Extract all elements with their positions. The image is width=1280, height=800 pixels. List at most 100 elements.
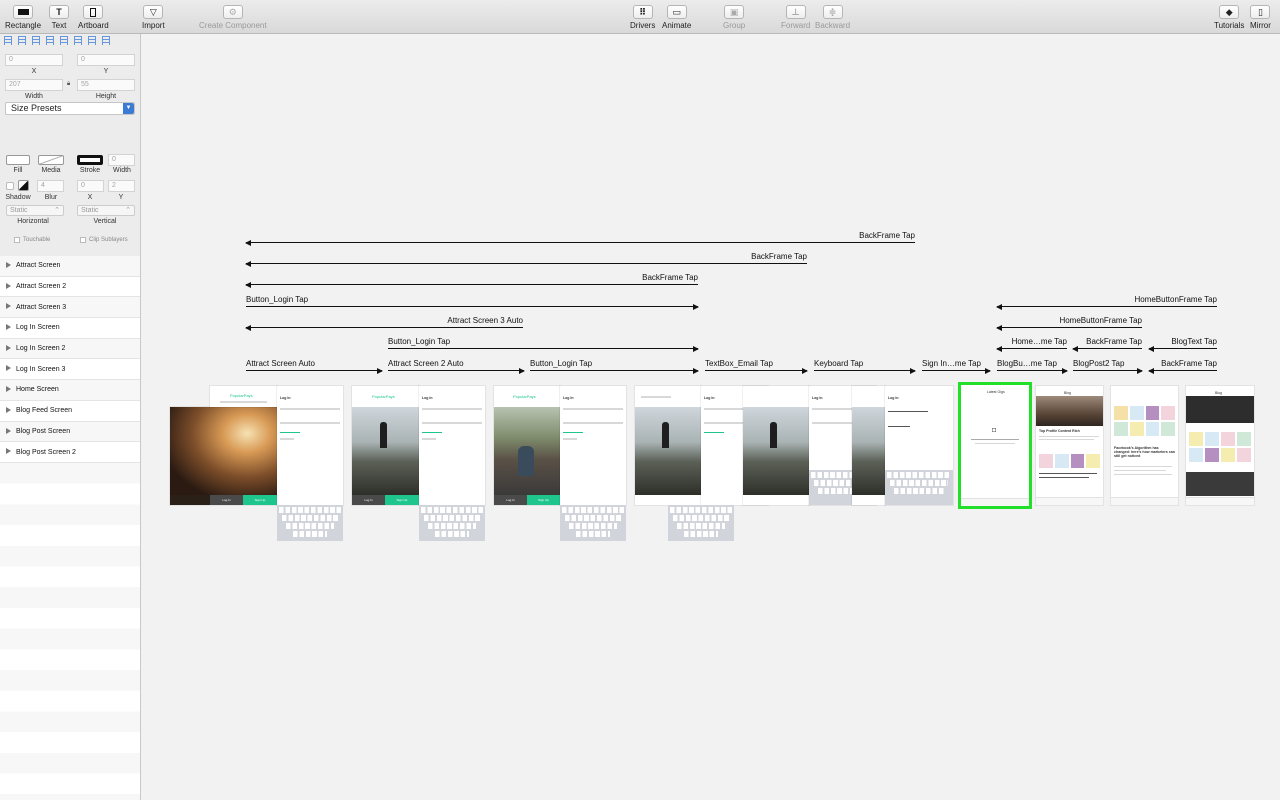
connection-arrow[interactable]: HomeButtonFrame Tap xyxy=(996,316,1142,331)
artboard-login-filled-photo[interactable] xyxy=(852,386,885,505)
connection-arrow[interactable]: TextBox_Email Tap xyxy=(705,359,808,374)
layer-item[interactable]: Blog Post Screen 2 xyxy=(0,442,140,463)
clip-sublayers-checkbox[interactable]: Clip Sublayers xyxy=(80,237,128,243)
create-component-button[interactable]: ⚙ Create Component xyxy=(199,5,267,30)
tab-bar[interactable] xyxy=(1036,497,1103,505)
keyboard[interactable] xyxy=(419,505,485,541)
group-button[interactable]: ▣ Group xyxy=(723,5,745,30)
connection-arrow[interactable]: BlogBu…me Tap xyxy=(997,359,1068,374)
layer-item[interactable]: Attract Screen 2 xyxy=(0,276,140,298)
keyboard[interactable] xyxy=(885,470,953,505)
connection-arrow[interactable]: Attract Screen 2 Auto xyxy=(388,359,525,374)
align-left-icon[interactable] xyxy=(4,36,12,45)
artboard-attract-screen-2[interactable]: PopularPays Log In Sign Up xyxy=(352,386,419,505)
shadow-x-input[interactable]: 0 xyxy=(77,180,104,192)
disclosure-triangle-icon[interactable] xyxy=(6,344,11,351)
disclosure-triangle-icon[interactable] xyxy=(6,448,11,455)
connection-arrow[interactable]: BlogText Tap xyxy=(1148,337,1217,352)
artboard-blog-feed[interactable]: Blog Top Profile Content Rich xyxy=(1036,386,1103,505)
connection-arrow[interactable]: BackFrame Tap xyxy=(245,231,915,246)
stroke-width-input[interactable]: 0 xyxy=(108,154,135,166)
shadow-checkbox[interactable] xyxy=(6,182,14,190)
stroke-swatch[interactable] xyxy=(77,155,103,165)
horizontal-select[interactable]: Static ⌃ xyxy=(6,205,64,216)
tutorials-button[interactable]: ◆ Tutorials xyxy=(1214,5,1244,30)
artboard-login-keyboard[interactable] xyxy=(743,386,809,505)
connection-arrow[interactable]: BackFrame Tap xyxy=(245,252,807,267)
canvas[interactable]: BackFrame Tap BackFrame Tap BackFrame Ta… xyxy=(141,34,1280,800)
touchable-checkbox[interactable]: Touchable xyxy=(14,237,50,243)
artboard-tool-button[interactable]: Artboard xyxy=(78,5,109,30)
text-tool-button[interactable]: T Text xyxy=(49,5,69,30)
fill-swatch[interactable] xyxy=(6,155,30,165)
artboard-login-screen[interactable]: Log In xyxy=(277,386,343,505)
distribute-h-icon[interactable] xyxy=(46,36,54,45)
y-input[interactable]: 0 xyxy=(77,54,135,66)
layer-item[interactable]: Log In Screen 3 xyxy=(0,359,140,381)
connection-arrow[interactable]: BackFrame Tap xyxy=(245,273,698,288)
disclosure-triangle-icon[interactable] xyxy=(6,282,11,289)
align-top-icon[interactable] xyxy=(60,36,68,45)
distribute-v-icon[interactable] xyxy=(102,36,110,45)
align-bottom-icon[interactable] xyxy=(88,36,96,45)
artboard-login-screen-3[interactable]: Log In xyxy=(560,386,626,505)
artboard-blog-post[interactable]: Facebook's Algorithm has changed: here's… xyxy=(1111,386,1178,505)
width-input[interactable]: 207 xyxy=(5,79,63,91)
disclosure-triangle-icon[interactable] xyxy=(6,386,11,393)
tab-bar[interactable] xyxy=(1186,497,1254,505)
artboard-login-filled[interactable]: Log In xyxy=(885,386,953,505)
layer-item[interactable]: Blog Feed Screen xyxy=(0,400,140,422)
artboard-login-screen-2[interactable]: Log In xyxy=(419,386,485,505)
artboard-attract-screen[interactable]: Log In Sign Up xyxy=(170,407,277,505)
size-presets-select[interactable]: Size Presets ▼ xyxy=(5,102,135,115)
artboard-attract-login[interactable] xyxy=(635,386,701,505)
artboard-blog-post-2[interactable]: Blog xyxy=(1186,386,1254,505)
connection-arrow[interactable]: BlogPost2 Tap xyxy=(1073,359,1143,374)
layer-item[interactable]: Home Screen xyxy=(0,380,140,401)
shadow-y-input[interactable]: 2 xyxy=(108,180,135,192)
connection-arrow[interactable]: Button_Login Tap xyxy=(388,337,699,352)
layer-item[interactable]: Attract Screen xyxy=(0,256,140,277)
vertical-select[interactable]: Static ⌃ xyxy=(77,205,135,216)
disclosure-triangle-icon[interactable] xyxy=(6,427,11,434)
layer-item[interactable]: Log In Screen xyxy=(0,318,140,339)
connection-arrow[interactable]: BackFrame Tap xyxy=(1148,359,1217,374)
artboard-home-screen[interactable]: Latest Gigs ◘ xyxy=(958,382,1032,509)
x-input[interactable]: 0 xyxy=(5,54,63,66)
disclosure-triangle-icon[interactable] xyxy=(6,324,11,331)
keyboard[interactable] xyxy=(560,505,626,541)
layer-item[interactable]: Blog Post Screen xyxy=(0,421,140,443)
disclosure-triangle-icon[interactable] xyxy=(6,262,11,268)
connection-arrow[interactable]: Attract Screen 3 Auto xyxy=(245,316,523,331)
disclosure-triangle-icon[interactable] xyxy=(6,365,11,372)
login-button[interactable]: Log In xyxy=(210,495,243,505)
tab-bar[interactable] xyxy=(961,498,1029,506)
forward-button[interactable]: ⊥ Forward xyxy=(781,5,810,30)
artboard-attract-screen-3[interactable]: PopularPays Log In Sign Up xyxy=(494,386,560,505)
backward-button[interactable]: ≑ Backward xyxy=(815,5,850,30)
disclosure-triangle-icon[interactable] xyxy=(6,406,11,413)
connection-arrow[interactable]: Attract Screen Auto xyxy=(246,359,383,374)
shadow-color-swatch[interactable] xyxy=(18,180,29,191)
keyboard[interactable] xyxy=(668,505,734,541)
import-button[interactable]: ▽ Import xyxy=(142,5,165,30)
connection-arrow[interactable]: HomeButtonFrame Tap xyxy=(996,295,1217,310)
rectangle-tool-button[interactable]: Rectangle xyxy=(5,5,41,30)
layer-item[interactable]: Attract Screen 3 xyxy=(0,297,140,319)
connection-arrow[interactable]: Home…me Tap xyxy=(996,337,1067,352)
connection-arrow[interactable]: Keyboard Tap xyxy=(814,359,916,374)
animate-button[interactable]: ▭ Animate xyxy=(662,5,691,30)
height-input[interactable]: 55 xyxy=(77,79,135,91)
lock-icon[interactable]: 🔒︎ xyxy=(67,81,70,88)
signup-button[interactable]: Sign Up xyxy=(243,495,277,505)
disclosure-triangle-icon[interactable] xyxy=(6,303,11,310)
mirror-button[interactable]: ▯ Mirror xyxy=(1250,5,1271,30)
align-middle-icon[interactable] xyxy=(74,36,82,45)
align-right-icon[interactable] xyxy=(32,36,40,45)
media-swatch[interactable] xyxy=(38,155,64,165)
blur-input[interactable]: 4 xyxy=(37,180,64,192)
tab-bar[interactable] xyxy=(1111,497,1178,505)
connection-arrow[interactable]: Button_Login Tap xyxy=(530,359,699,374)
layer-item[interactable]: Log In Screen 2 xyxy=(0,338,140,360)
align-center-h-icon[interactable] xyxy=(18,36,26,45)
